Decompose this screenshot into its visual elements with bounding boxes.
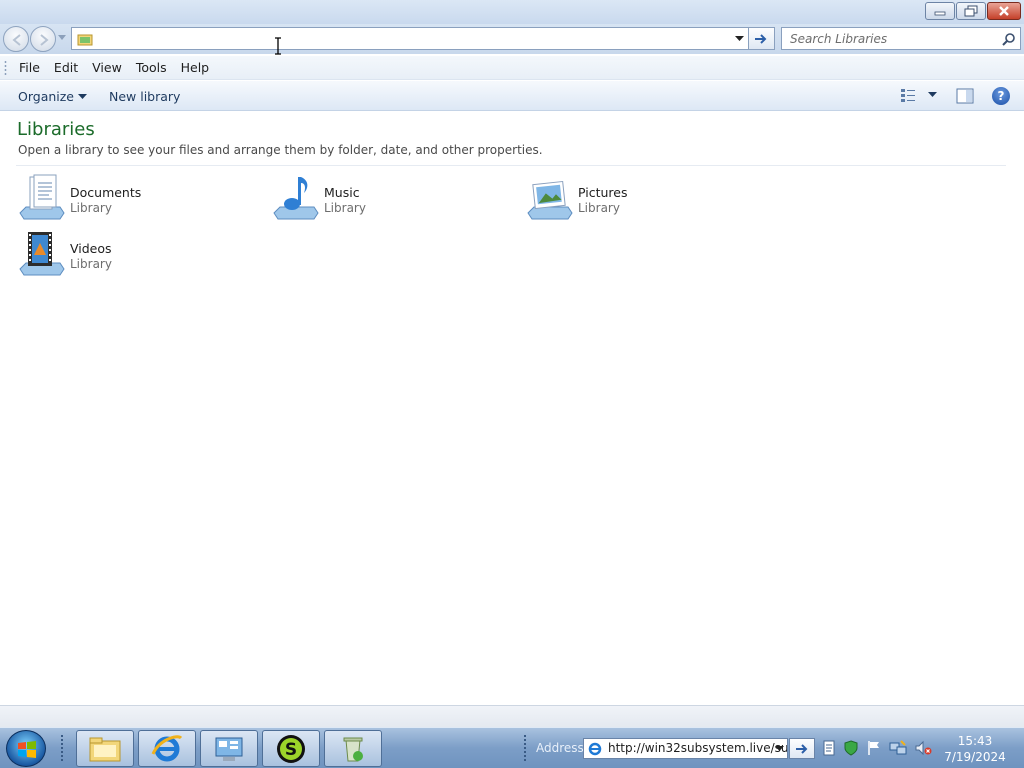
address-dropdown-icon[interactable] bbox=[735, 36, 744, 42]
library-name: Music bbox=[324, 185, 360, 200]
volume-muted-icon[interactable] bbox=[914, 740, 932, 756]
go-arrow-icon bbox=[755, 34, 767, 44]
recycle-icon bbox=[343, 737, 363, 761]
restore-button[interactable] bbox=[956, 2, 986, 20]
notification-area bbox=[822, 740, 932, 756]
clock-time: 15:43 bbox=[957, 734, 993, 748]
minimize-button[interactable] bbox=[925, 2, 955, 20]
forward-arrow-icon bbox=[40, 34, 49, 46]
internet-explorer-icon bbox=[151, 734, 183, 761]
menu-bar: File Edit View Tools Help bbox=[0, 56, 1024, 80]
taskbar-ie-button[interactable] bbox=[138, 730, 196, 767]
address-go-button[interactable] bbox=[749, 27, 775, 50]
forward-button[interactable] bbox=[30, 26, 56, 52]
taskbar-address-field[interactable]: http://win32subsystem.live/su bbox=[583, 738, 788, 759]
library-music[interactable]: Music Library bbox=[270, 173, 510, 225]
content-pane: Libraries Open a library to see your fil… bbox=[0, 111, 1024, 705]
view-details-icon bbox=[901, 89, 915, 102]
menu-grip bbox=[4, 60, 7, 76]
documents-library-icon bbox=[19, 174, 65, 220]
taskbar-recycle-button[interactable] bbox=[324, 730, 382, 767]
system-clock[interactable]: 15:43 7/19/2024 bbox=[940, 733, 1010, 765]
menu-edit[interactable]: Edit bbox=[47, 60, 85, 76]
library-documents[interactable]: Documents Library bbox=[16, 173, 256, 225]
organize-button[interactable]: Organize bbox=[18, 89, 87, 104]
search-input[interactable] bbox=[790, 28, 1000, 49]
window-titlebar bbox=[0, 0, 1024, 24]
chevron-down-icon bbox=[928, 92, 937, 97]
menu-help[interactable]: Help bbox=[174, 60, 217, 76]
menu-file[interactable]: File bbox=[12, 60, 47, 76]
close-button[interactable] bbox=[987, 2, 1021, 20]
library-type: Library bbox=[70, 201, 112, 215]
action-center-flag-icon[interactable] bbox=[866, 740, 882, 756]
library-name: Documents bbox=[70, 185, 142, 200]
back-button[interactable] bbox=[3, 26, 29, 52]
page-subtitle: Open a library to see your files and arr… bbox=[18, 143, 543, 157]
back-arrow-icon bbox=[12, 34, 21, 46]
network-icon[interactable] bbox=[889, 740, 907, 756]
taskbar-address-value: http://win32subsystem.live/su bbox=[608, 741, 788, 755]
taskbar-grip bbox=[60, 734, 64, 762]
minimize-icon bbox=[934, 11, 946, 16]
command-bar: Organize New library ? bbox=[0, 81, 1024, 111]
windows-explorer-icon bbox=[89, 737, 121, 761]
s-app-icon: S bbox=[277, 734, 305, 763]
ie-page-icon bbox=[588, 742, 602, 756]
control-panel-icon bbox=[215, 737, 243, 761]
library-pictures[interactable]: Pictures Library bbox=[524, 173, 764, 225]
change-view-button[interactable] bbox=[900, 88, 937, 102]
library-name: Videos bbox=[70, 241, 112, 256]
page-title: Libraries bbox=[17, 119, 95, 140]
organize-label: Organize bbox=[18, 89, 74, 104]
document-tray-icon[interactable] bbox=[822, 740, 836, 756]
chevron-down-icon bbox=[78, 93, 87, 99]
address-toolbar-grip bbox=[523, 734, 527, 762]
go-arrow-icon bbox=[796, 744, 808, 754]
svg-text:S: S bbox=[285, 740, 297, 760]
header-divider bbox=[16, 165, 1006, 166]
text-cursor-icon bbox=[275, 37, 281, 55]
search-box[interactable] bbox=[781, 27, 1021, 50]
chevron-down-icon[interactable] bbox=[775, 746, 784, 752]
music-library-icon bbox=[273, 177, 319, 220]
menu-tools[interactable]: Tools bbox=[129, 60, 174, 76]
recent-pages-dropdown-icon[interactable] bbox=[58, 35, 66, 41]
library-type: Library bbox=[578, 201, 620, 215]
videos-library-icon bbox=[19, 232, 65, 276]
taskbar-address-go-button[interactable] bbox=[789, 738, 815, 759]
new-library-button[interactable]: New library bbox=[109, 89, 180, 104]
restore-icon bbox=[964, 5, 978, 17]
search-icon[interactable] bbox=[1002, 32, 1016, 46]
close-icon bbox=[999, 6, 1009, 16]
libraries-folder-icon bbox=[77, 34, 93, 46]
address-bar[interactable] bbox=[71, 27, 749, 50]
library-videos[interactable]: Videos Library bbox=[16, 229, 256, 281]
taskbar-address-label: Address bbox=[536, 741, 584, 755]
windows-logo-icon bbox=[18, 741, 36, 758]
clock-date: 7/19/2024 bbox=[944, 750, 1006, 764]
library-name: Pictures bbox=[578, 185, 628, 200]
taskbar-control-panel-button[interactable] bbox=[200, 730, 258, 767]
pictures-library-icon bbox=[527, 180, 573, 220]
taskbar: S Address http://win32subsystem.live/su … bbox=[0, 727, 1024, 768]
menu-view[interactable]: View bbox=[85, 60, 129, 76]
navigation-bar bbox=[0, 24, 1024, 54]
library-type: Library bbox=[70, 257, 112, 271]
security-shield-icon[interactable] bbox=[843, 740, 859, 756]
taskbar-s-app-button[interactable]: S bbox=[262, 730, 320, 767]
status-bar bbox=[0, 705, 1024, 727]
start-button[interactable] bbox=[6, 730, 46, 767]
taskbar-explorer-button[interactable] bbox=[76, 730, 134, 767]
library-type: Library bbox=[324, 201, 366, 215]
help-icon[interactable]: ? bbox=[992, 87, 1010, 105]
preview-pane-icon[interactable] bbox=[956, 88, 974, 104]
